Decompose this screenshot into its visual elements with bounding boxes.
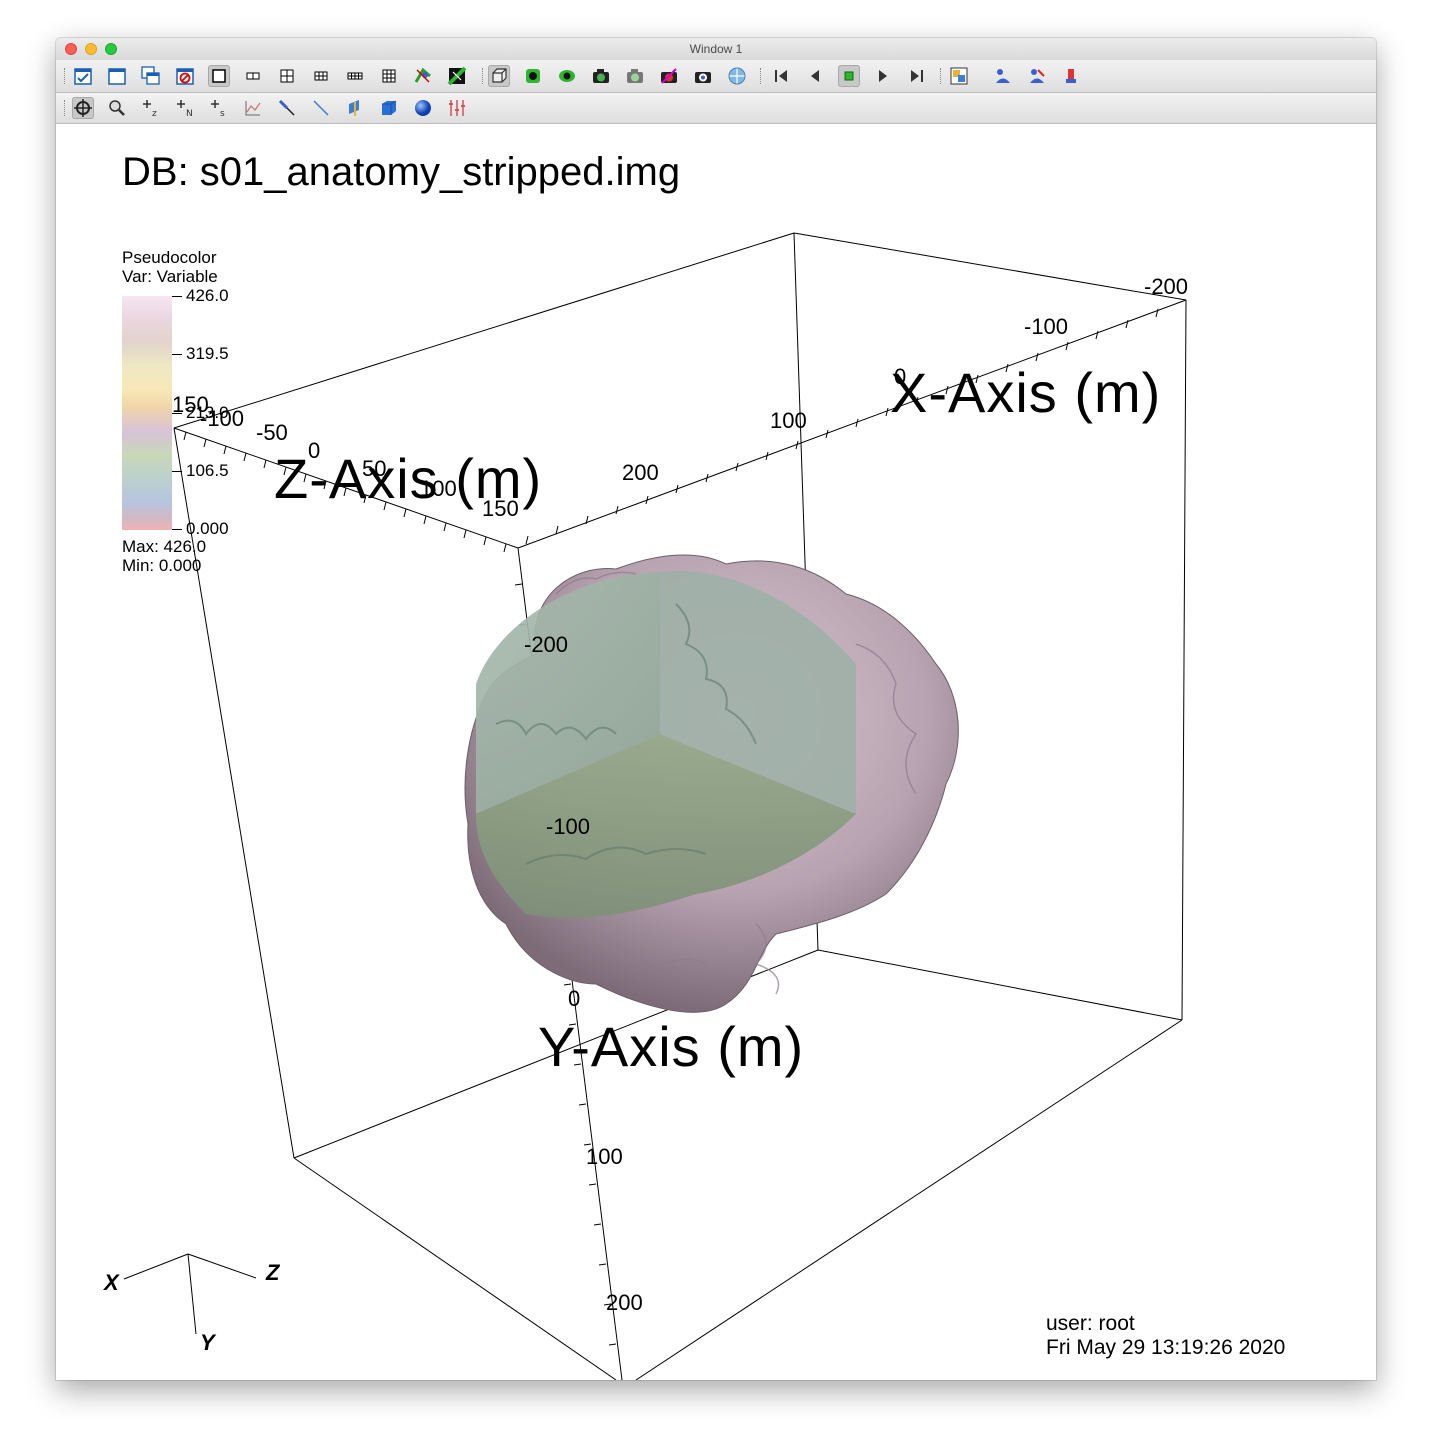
- triad-y-label: Y: [200, 1330, 215, 1355]
- layout-1x2-icon[interactable]: [242, 65, 264, 87]
- z-tick-label: 150: [482, 496, 519, 521]
- new-window-icon[interactable]: [106, 65, 128, 87]
- svg-text:z: z: [152, 109, 157, 118]
- main-toolbar: [56, 60, 1376, 93]
- y-tick-label: 200: [606, 1290, 643, 1315]
- play-reverse-icon[interactable]: [804, 65, 826, 87]
- timestamp: Fri May 29 13:19:26 2020: [1046, 1336, 1286, 1359]
- y-tick-label: -200: [524, 632, 569, 657]
- toolbar-grip[interactable]: [940, 68, 943, 84]
- toolbar-grip[interactable]: [64, 100, 67, 116]
- lock-view-icon[interactable]: [412, 65, 434, 87]
- copy-plots-icon[interactable]: [692, 65, 714, 87]
- clone-window-icon[interactable]: [140, 65, 162, 87]
- toolbar-grip[interactable]: [760, 68, 763, 84]
- y-tick-label: -100: [546, 814, 591, 839]
- x-tick-label: 200: [622, 460, 659, 485]
- scene-3d: [123, 232, 1187, 1380]
- triad-z-label: Z: [266, 1260, 280, 1285]
- spin-icon[interactable]: [1026, 65, 1048, 87]
- z-tick-label: 50: [362, 456, 387, 481]
- save-window-icon[interactable]: [590, 65, 612, 87]
- navigate-icon[interactable]: [72, 97, 94, 119]
- y-tick-label: 0: [568, 986, 581, 1011]
- pick-icon[interactable]: [948, 65, 970, 87]
- x-tick-label: 0: [894, 364, 907, 389]
- clear-plots-icon[interactable]: [658, 65, 680, 87]
- zone-pick-icon[interactable]: z: [140, 97, 162, 119]
- active-window-icon[interactable]: [72, 65, 94, 87]
- spreadsheet-pick-icon[interactable]: s: [208, 97, 230, 119]
- draw-plots-icon[interactable]: [522, 65, 544, 87]
- layout-1x1-icon[interactable]: [208, 65, 230, 87]
- window-title: Window 1: [689, 42, 743, 56]
- x-axis-label: X-Axis (m): [890, 361, 1162, 424]
- x-tick-label: -200: [1144, 274, 1189, 299]
- skip-back-icon[interactable]: [770, 65, 792, 87]
- svg-text:N: N: [186, 109, 193, 118]
- triad-x-label: X: [104, 1270, 119, 1295]
- user-name: user: root: [1046, 1312, 1135, 1335]
- render-viewport[interactable]: DB: s01_anatomy_stripped.img Pseudocolor…: [56, 124, 1376, 1380]
- lineout-icon[interactable]: [276, 97, 298, 119]
- x-tick-label: -100: [1024, 314, 1069, 339]
- hide-plots-icon[interactable]: [556, 65, 578, 87]
- stray-tick-label: 150: [172, 392, 209, 417]
- reset-view-icon[interactable]: [726, 65, 748, 87]
- sphere-tool-icon[interactable]: [412, 97, 434, 119]
- layout-2x3-icon[interactable]: [310, 65, 332, 87]
- plane-tool-icon[interactable]: [344, 97, 366, 119]
- node-pick-icon[interactable]: N: [174, 97, 196, 119]
- layout-2x2-icon[interactable]: [276, 65, 298, 87]
- y-axis-label: Y-Axis (m): [538, 1015, 805, 1078]
- toolbar-grip[interactable]: [64, 68, 67, 84]
- curve-pick-icon[interactable]: [242, 97, 264, 119]
- play-icon[interactable]: [872, 65, 894, 87]
- line-icon[interactable]: [310, 97, 332, 119]
- visit-window: Window 1 z N s DB: s01_anatomy_stripped.…: [56, 38, 1376, 1380]
- user-info: user: root Fri May 29 13:19:26 2020: [1046, 1312, 1285, 1360]
- print-window-icon[interactable]: [624, 65, 646, 87]
- z-tick-label: 0: [308, 438, 321, 463]
- zoom-icon[interactable]: [106, 97, 128, 119]
- interaction-toolbar: z N s: [56, 93, 1376, 124]
- y-tick-label: 100: [586, 1144, 623, 1169]
- undo-view-icon[interactable]: [1060, 65, 1082, 87]
- layout-2x4-icon[interactable]: [344, 65, 366, 87]
- view-3d-box-icon[interactable]: [488, 65, 510, 87]
- lock-time-icon[interactable]: [446, 65, 468, 87]
- z-tick-label: -50: [256, 420, 288, 445]
- z-tick-label: 100: [420, 476, 457, 501]
- skip-forward-icon[interactable]: [906, 65, 928, 87]
- lighting-icon[interactable]: [992, 65, 1014, 87]
- layout-3x3-icon[interactable]: [378, 65, 400, 87]
- svg-text:s: s: [220, 109, 225, 118]
- toolbar-grip[interactable]: [482, 68, 485, 84]
- title-bar[interactable]: Window 1: [56, 38, 1376, 61]
- delete-window-icon[interactable]: [174, 65, 196, 87]
- axes-triad: [123, 1253, 257, 1335]
- x-tick-label: 100: [770, 408, 807, 433]
- axis-restriction-icon[interactable]: [446, 97, 468, 119]
- box-tool-icon[interactable]: [378, 97, 400, 119]
- stop-icon[interactable]: [838, 65, 860, 87]
